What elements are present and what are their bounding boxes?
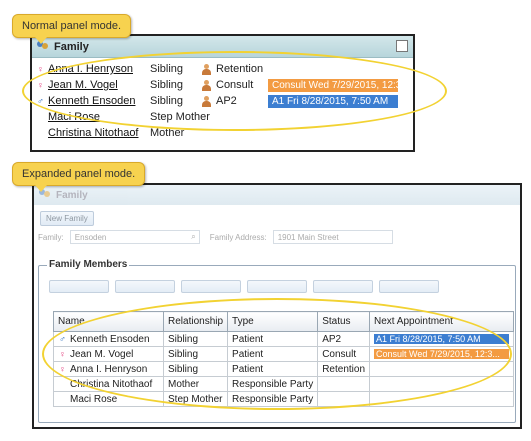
panel-title: Family bbox=[54, 40, 89, 53]
toolbar-button[interactable] bbox=[49, 280, 109, 293]
search-icon[interactable]: ⌕ bbox=[191, 232, 195, 242]
toolbar-button[interactable] bbox=[379, 280, 439, 293]
callout-text: Expanded panel mode. bbox=[22, 168, 136, 180]
highlight-ellipse bbox=[42, 298, 512, 410]
toolbar-button[interactable] bbox=[181, 280, 241, 293]
patient-name: Maci Rose bbox=[70, 393, 118, 405]
family-address-field[interactable]: 1901 Main Street bbox=[272, 230, 393, 244]
normal-mode-callout: Normal panel mode. bbox=[12, 14, 132, 44]
toolbar-button[interactable] bbox=[247, 280, 307, 293]
member-toolbar bbox=[49, 280, 439, 293]
family-address-value: 1901 Main Street bbox=[277, 232, 339, 242]
family-field-row: Family: Ensoden ⌕ Family Address: 1901 M… bbox=[38, 230, 520, 244]
expand-toggle-checkbox[interactable] bbox=[396, 40, 408, 52]
family-members-title: Family Members bbox=[47, 259, 130, 270]
callout-text: Normal panel mode. bbox=[22, 20, 122, 32]
patient-name-link[interactable]: Christina Nitothaof bbox=[48, 127, 150, 139]
family-search-input[interactable]: Ensoden ⌕ bbox=[69, 230, 200, 244]
highlight-ellipse bbox=[22, 51, 447, 131]
family-label: Family: bbox=[38, 232, 64, 242]
panel-title: Family bbox=[56, 189, 88, 201]
family-address-label: Family Address: bbox=[209, 232, 267, 242]
toolbar-button[interactable] bbox=[313, 280, 373, 293]
panel-header: Family bbox=[34, 185, 520, 205]
toolbar-button[interactable] bbox=[115, 280, 175, 293]
family-value: Ensoden bbox=[74, 232, 107, 242]
new-family-button[interactable]: New Family bbox=[40, 211, 94, 226]
expanded-mode-callout: Expanded panel mode. bbox=[12, 162, 146, 192]
